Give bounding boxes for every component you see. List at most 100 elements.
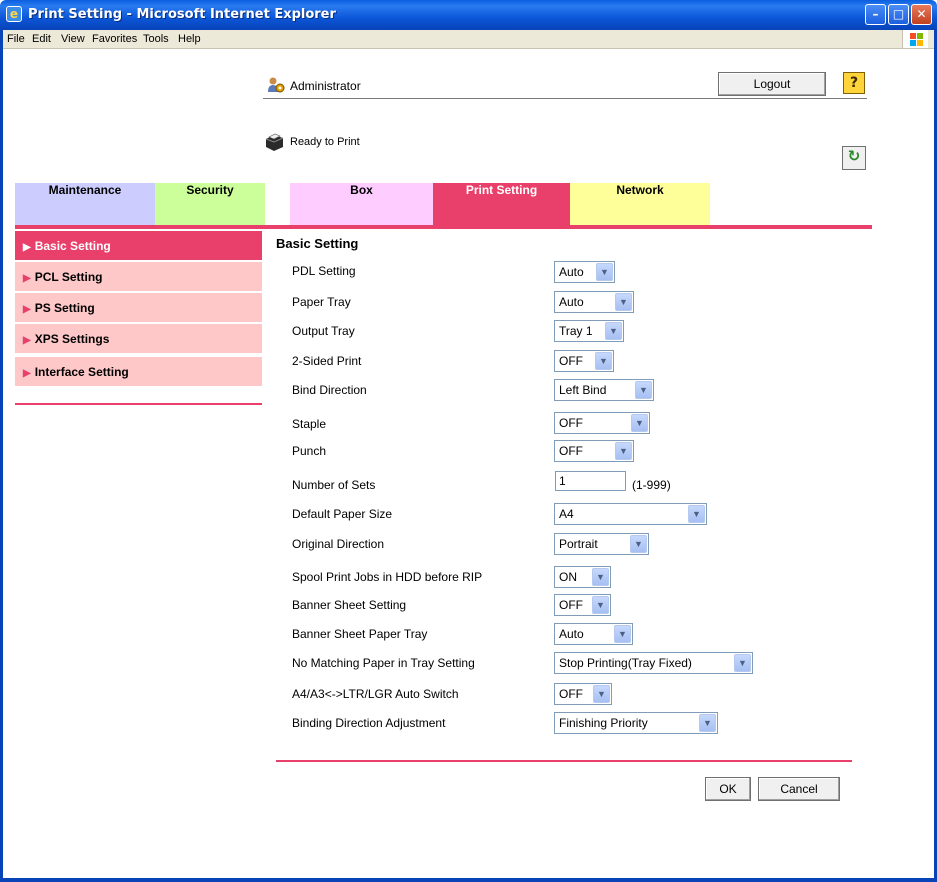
cancel-button[interactable]: Cancel [758, 777, 840, 801]
banner-sheet-paper-tray-select[interactable]: Auto ▼ [554, 623, 633, 645]
no-matching-paper-select[interactable]: Stop Printing(Tray Fixed) ▼ [554, 652, 753, 674]
user-label: Administrator [290, 79, 361, 93]
chevron-down-icon: ▼ [592, 596, 609, 614]
chevron-down-icon: ▼ [593, 685, 610, 703]
sidebar-item-label: PCL Setting [34, 270, 103, 284]
sidebar-item-label: XPS Settings [34, 332, 110, 346]
select-value: Auto [559, 265, 584, 279]
menu-favorites[interactable]: Favorites [92, 33, 137, 45]
windows-logo-icon [902, 30, 928, 48]
number-of-sets-range: (1-999) [632, 478, 671, 492]
number-of-sets-label: Number of Sets [292, 478, 376, 492]
select-value: OFF [559, 444, 583, 458]
chevron-down-icon: ▼ [596, 263, 613, 281]
no-matching-paper-label: No Matching Paper in Tray Setting [292, 656, 475, 670]
chevron-down-icon: ▼ [688, 505, 705, 523]
auto-switch-select[interactable]: OFF ▼ [554, 683, 612, 705]
default-paper-size-label: Default Paper Size [292, 507, 393, 521]
original-direction-label: Original Direction [292, 537, 385, 551]
sidebar-item-xps-settings[interactable]: ▶ XPS Settings [15, 324, 262, 354]
select-value: OFF [559, 416, 583, 430]
menu-file[interactable]: File [7, 33, 25, 45]
arrow-icon: ▶ [23, 335, 31, 346]
menu-edit[interactable]: Edit [32, 33, 51, 45]
chevron-down-icon: ▼ [734, 654, 751, 672]
help-icon[interactable]: ? [843, 72, 865, 94]
binding-direction-adjustment-select[interactable]: Finishing Priority ▼ [554, 712, 718, 734]
chevron-down-icon: ▼ [615, 293, 632, 311]
number-of-sets-input[interactable]: 1 [555, 471, 626, 491]
default-paper-size-select[interactable]: A4 ▼ [554, 503, 707, 525]
bind-direction-select[interactable]: Left Bind ▼ [554, 379, 654, 401]
tab-network[interactable]: Network [570, 183, 710, 225]
arrow-icon: ▶ [23, 304, 31, 315]
chevron-down-icon: ▼ [699, 714, 716, 732]
form-divider [276, 760, 852, 762]
maximize-button[interactable]: □ [888, 4, 909, 25]
two-sided-print-select[interactable]: OFF ▼ [554, 350, 614, 372]
original-direction-select[interactable]: Portrait ▼ [554, 533, 649, 555]
title-bar: e Print Setting - Microsoft Internet Exp… [0, 0, 937, 30]
chevron-down-icon: ▼ [631, 414, 648, 432]
pdl-setting-select[interactable]: Auto ▼ [554, 261, 615, 283]
select-value: OFF [559, 354, 583, 368]
tab-box[interactable]: Box [290, 183, 433, 225]
sidebar-item-label: PS Setting [34, 301, 95, 315]
section-title: Basic Setting [276, 236, 359, 251]
select-value: A4 [559, 507, 574, 521]
menu-help[interactable]: Help [178, 33, 201, 45]
chevron-down-icon: ▼ [595, 352, 612, 370]
select-value: Tray 1 [559, 324, 593, 338]
logout-button[interactable]: Logout [718, 72, 826, 96]
chevron-down-icon: ▼ [615, 442, 632, 460]
spool-print-jobs-select[interactable]: ON ▼ [554, 566, 611, 588]
staple-select[interactable]: OFF ▼ [554, 412, 650, 434]
minimize-button[interactable]: – [865, 4, 886, 25]
select-value: Left Bind [559, 383, 607, 397]
refresh-icon[interactable]: ↻ [842, 146, 866, 170]
tab-security[interactable]: Security [155, 183, 265, 225]
arrow-icon: ▶ [23, 368, 31, 379]
paper-tray-select[interactable]: Auto ▼ [554, 291, 634, 313]
tab-maintenance[interactable]: Maintenance [15, 183, 155, 225]
menu-bar: File Edit View Favorites Tools Help [3, 30, 934, 49]
window-frame-bottom [0, 878, 937, 882]
ie-icon: e [6, 6, 22, 22]
output-tray-label: Output Tray [292, 324, 355, 338]
arrow-icon: ▶ [23, 273, 31, 284]
sidebar-item-pcl-setting[interactable]: ▶ PCL Setting [15, 262, 262, 292]
tab-print-setting[interactable]: Print Setting [433, 183, 570, 225]
select-value: OFF [559, 598, 583, 612]
sidebar-item-basic-setting[interactable]: ▶ Basic Setting [15, 231, 262, 261]
arrow-icon: ▶ [23, 242, 31, 253]
output-tray-select[interactable]: Tray 1 ▼ [554, 320, 624, 342]
sidebar-item-interface-setting[interactable]: ▶ Interface Setting [15, 357, 262, 387]
select-value: Auto [559, 627, 584, 641]
select-value: ON [559, 570, 577, 584]
window-title: Print Setting - Microsoft Internet Explo… [28, 7, 336, 22]
two-sided-print-label: 2-Sided Print [292, 354, 362, 368]
menu-view[interactable]: View [61, 33, 85, 45]
sidebar-item-label: Interface Setting [34, 365, 129, 379]
paper-tray-label: Paper Tray [292, 295, 351, 309]
close-button[interactable]: ✕ [911, 4, 932, 25]
staple-label: Staple [292, 417, 327, 431]
administrator-icon [268, 77, 285, 93]
banner-sheet-setting-label: Banner Sheet Setting [292, 598, 407, 612]
spool-print-jobs-label: Spool Print Jobs in HDD before RIP [292, 570, 483, 584]
sidebar-item-label: Basic Setting [34, 239, 111, 253]
printer-status: Ready to Print [290, 136, 360, 148]
chevron-down-icon: ▼ [635, 381, 652, 399]
select-value: Stop Printing(Tray Fixed) [559, 656, 692, 670]
bind-direction-label: Bind Direction [292, 383, 367, 397]
sidebar-item-ps-setting[interactable]: ▶ PS Setting [15, 293, 262, 323]
select-value: OFF [559, 687, 583, 701]
ok-button[interactable]: OK [705, 777, 751, 801]
select-value: Portrait [559, 537, 598, 551]
chevron-down-icon: ▼ [614, 625, 631, 643]
select-value: Auto [559, 295, 584, 309]
header-divider [263, 98, 867, 99]
punch-select[interactable]: OFF ▼ [554, 440, 634, 462]
banner-sheet-setting-select[interactable]: OFF ▼ [554, 594, 611, 616]
menu-tools[interactable]: Tools [143, 33, 169, 45]
